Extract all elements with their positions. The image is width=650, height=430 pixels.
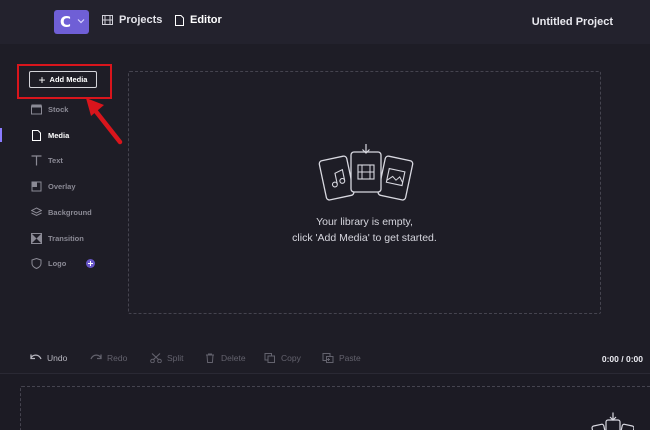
paste-icon (322, 353, 334, 363)
copy-icon (264, 353, 275, 363)
top-bar: C Projects Editor Untitled Project (0, 0, 650, 44)
sidebar-item-label: Text (48, 156, 63, 165)
app-menu-button[interactable]: C (54, 10, 89, 34)
empty-library-hint: click 'Add Media' to get started. (292, 232, 437, 244)
sidebar-item-media[interactable]: Media (31, 130, 69, 141)
active-indicator (0, 128, 2, 142)
redo-label: Redo (107, 353, 128, 363)
film-grid-icon (102, 15, 113, 25)
sidebar-item-transition[interactable]: Transition (31, 233, 84, 244)
sidebar-item-label: Transition (48, 234, 84, 243)
timeline-upload-icon (591, 412, 634, 430)
undo-button[interactable]: Undo (30, 353, 67, 363)
annotation-arrow-icon (86, 98, 123, 145)
text-icon (31, 155, 42, 166)
sidebar-item-stock[interactable]: Stock (31, 104, 68, 115)
paste-label: Paste (339, 353, 361, 363)
media-library-dropzone[interactable]: Your library is empty, click 'Add Media'… (128, 71, 601, 314)
sidebar-item-label: Stock (48, 105, 69, 114)
playback-time: 0:00 / 0:00 (601, 354, 643, 364)
shield-icon (31, 258, 42, 269)
redo-icon (90, 354, 102, 360)
overlay-icon (31, 181, 42, 192)
delete-label: Delete (221, 353, 246, 363)
add-media-button[interactable]: + Add Media (29, 71, 97, 88)
paste-button[interactable]: Paste (322, 353, 361, 363)
trash-icon (206, 353, 214, 363)
timeline-toolbar: Undo Redo Split Delete Copy Paste 0:00 /… (0, 343, 650, 373)
project-title[interactable]: Untitled Project (532, 16, 613, 28)
timeline-area (0, 373, 650, 430)
split-label: Split (167, 353, 184, 363)
sidebar-item-overlay[interactable]: Overlay (31, 181, 76, 192)
sidebar: + Add Media Stock Media Text Overlay Bac… (0, 44, 122, 344)
sidebar-item-logo[interactable]: Logo (31, 258, 96, 269)
app-logo: C (60, 13, 72, 31)
transition-icon (31, 233, 42, 244)
empty-library-message: Your library is empty, (316, 216, 413, 228)
stock-icon (31, 104, 42, 115)
chevron-down-icon (77, 19, 85, 24)
copy-label: Copy (281, 353, 301, 363)
nav-projects-label: Projects (119, 14, 163, 26)
nav-editor[interactable]: Editor (175, 14, 222, 26)
plus-icon: + (38, 72, 46, 87)
sidebar-item-label: Background (48, 208, 92, 217)
undo-icon (30, 354, 42, 360)
premium-plus-icon (86, 259, 96, 268)
split-button[interactable]: Split (150, 353, 184, 363)
copy-button[interactable]: Copy (264, 353, 301, 363)
timeline-dropzone[interactable] (20, 386, 650, 430)
sidebar-item-label: Media (48, 131, 70, 140)
undo-label: Undo (47, 353, 68, 363)
delete-button[interactable]: Delete (204, 353, 246, 363)
layers-icon (31, 207, 42, 217)
nav-projects[interactable]: Projects (102, 14, 162, 26)
file-icon (175, 14, 184, 26)
sidebar-item-label: Overlay (48, 182, 76, 191)
media-file-icon (32, 130, 41, 141)
add-media-label: Add Media (49, 75, 88, 84)
sidebar-item-label: Logo (48, 259, 67, 268)
scissors-icon (150, 353, 162, 363)
redo-button[interactable]: Redo (90, 353, 127, 363)
media-library-empty-icon (318, 144, 414, 201)
sidebar-item-text[interactable]: Text (31, 155, 63, 166)
sidebar-item-background[interactable]: Background (31, 207, 92, 218)
nav-editor-label: Editor (190, 14, 222, 26)
